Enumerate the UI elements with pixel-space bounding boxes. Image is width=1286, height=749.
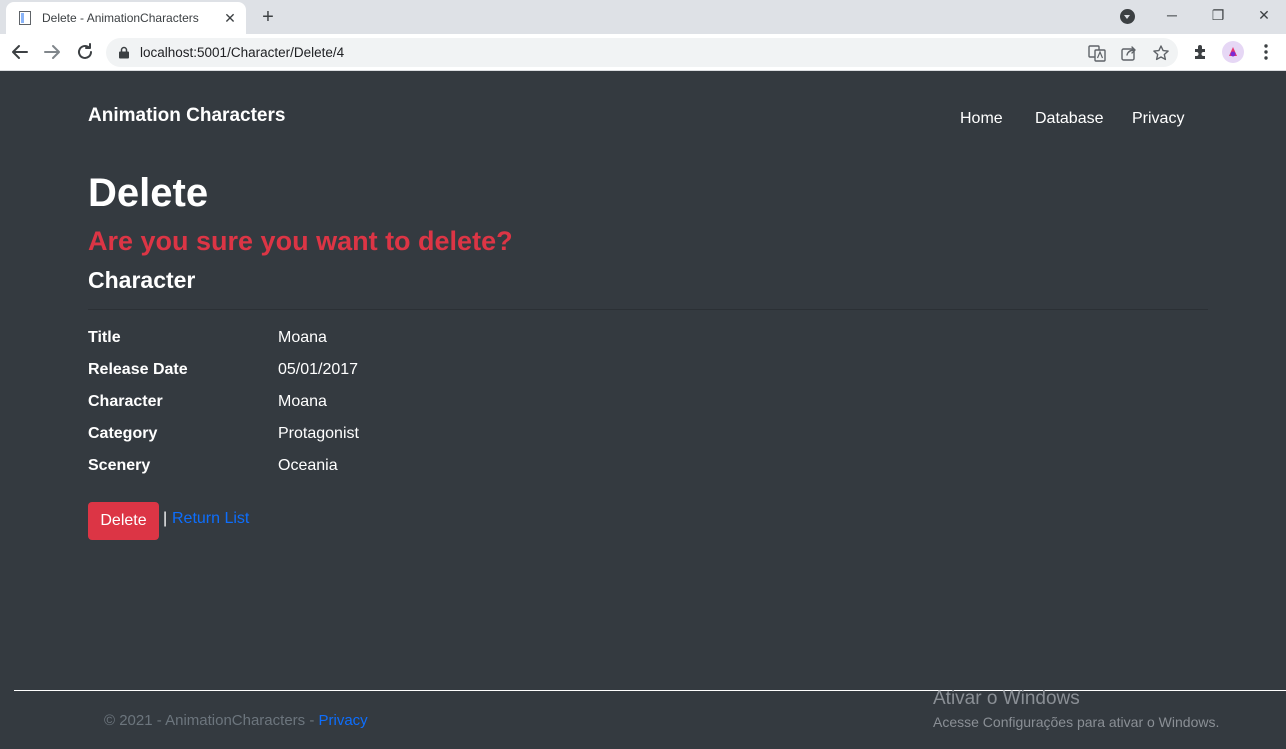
detail-value-character: Moana	[278, 393, 327, 410]
tab-search-icon[interactable]	[1120, 9, 1135, 24]
detail-value-title: Moana	[278, 329, 327, 346]
delete-button[interactable]: Delete	[88, 502, 159, 540]
forward-icon[interactable]	[40, 40, 64, 64]
browser-toolbar: localhost:5001/Character/Delete/4	[0, 34, 1286, 71]
nav-link-privacy[interactable]: Privacy	[1132, 110, 1184, 128]
windows-activation-subtitle: Acesse Configurações para ativar o Windo…	[933, 714, 1220, 730]
profile-avatar[interactable]	[1222, 41, 1244, 63]
navbar-brand[interactable]: Animation Characters	[88, 105, 285, 127]
footer-copyright: © 2021 - AnimationCharacters -	[104, 712, 319, 729]
minimize-button[interactable]: ─	[1160, 4, 1184, 26]
delete-warning: Are you sure you want to delete?	[88, 226, 513, 256]
detail-label-category: Category	[88, 425, 158, 442]
bookmark-star-icon[interactable]	[1152, 44, 1170, 62]
footer: © 2021 - AnimationCharacters - Privacy	[104, 712, 368, 729]
lock-icon[interactable]	[118, 46, 130, 59]
profile-icon	[1229, 47, 1237, 57]
translate-icon[interactable]	[1088, 44, 1106, 62]
tab-close-icon[interactable]: ✕	[222, 10, 238, 26]
detail-label-scenery: Scenery	[88, 457, 151, 474]
browser-tab-strip: Delete - AnimationCharacters ✕ + ─ ❐ ✕	[0, 0, 1286, 34]
detail-value-category: Protagonist	[278, 425, 359, 442]
page-title: Delete	[88, 171, 209, 215]
browser-menu-icon[interactable]	[1258, 42, 1274, 62]
detail-label-title: Title	[88, 329, 121, 346]
back-icon[interactable]	[8, 40, 32, 64]
detail-value-scenery: Oceania	[278, 457, 338, 474]
nav-link-home[interactable]: Home	[960, 110, 1003, 128]
page-content: Animation Characters Home Database Priva…	[0, 71, 1286, 749]
reload-icon[interactable]	[73, 40, 97, 64]
close-window-button[interactable]: ✕	[1252, 4, 1276, 26]
address-bar[interactable]: localhost:5001/Character/Delete/4	[106, 38, 1178, 67]
detail-label-release-date: Release Date	[88, 361, 188, 378]
return-list-link[interactable]: Return List	[172, 510, 249, 528]
tab-title: Delete - AnimationCharacters	[42, 11, 199, 25]
footer-divider	[14, 690, 1286, 691]
restore-button[interactable]: ❐	[1206, 4, 1230, 26]
page-icon	[19, 11, 31, 25]
windows-activation-title: Ativar o Windows	[933, 688, 1080, 709]
new-tab-button[interactable]: +	[256, 5, 280, 29]
share-icon[interactable]	[1120, 44, 1138, 62]
extensions-icon[interactable]	[1192, 43, 1210, 61]
entity-heading: Character	[88, 267, 196, 293]
detail-label-character: Character	[88, 393, 163, 410]
nav-link-database[interactable]: Database	[1035, 110, 1104, 128]
action-separator: |	[163, 510, 168, 527]
detail-value-release-date: 05/01/2017	[278, 361, 359, 378]
divider	[88, 309, 1208, 310]
url-text[interactable]: localhost:5001/Character/Delete/4	[140, 45, 344, 60]
browser-tab[interactable]: Delete - AnimationCharacters ✕	[6, 2, 246, 34]
footer-privacy-link[interactable]: Privacy	[318, 712, 367, 729]
